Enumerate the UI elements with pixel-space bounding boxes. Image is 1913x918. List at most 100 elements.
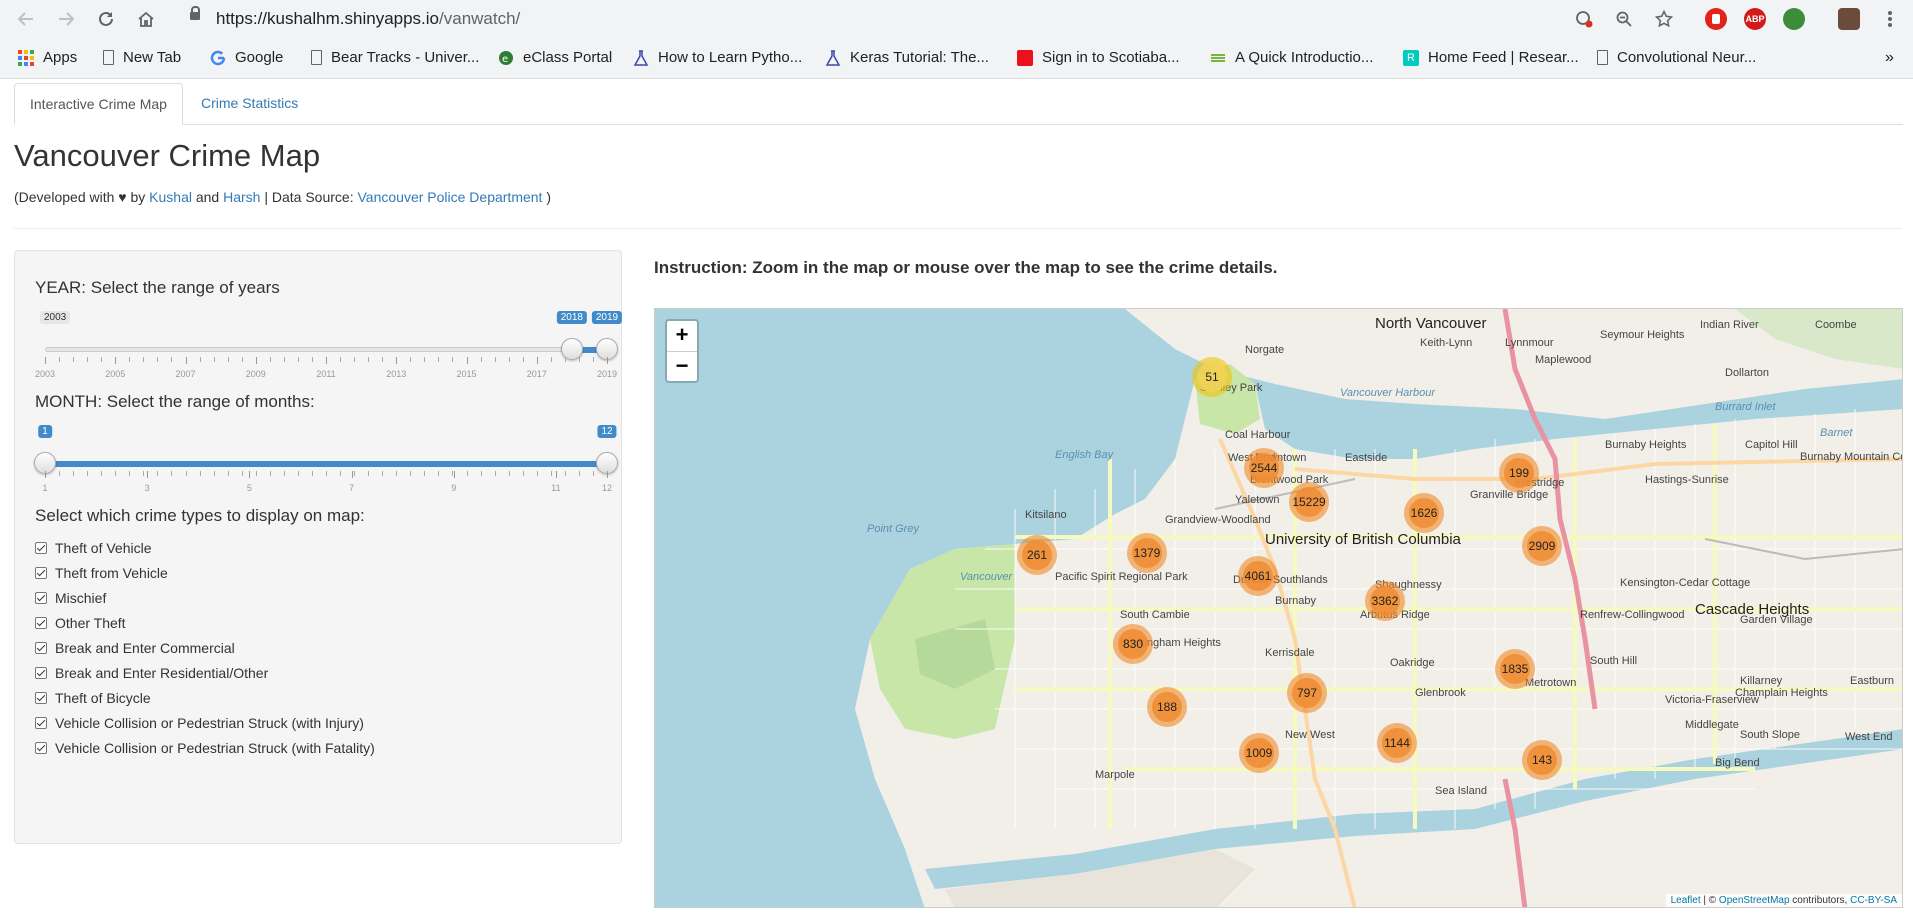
year-range-slider[interactable]: 2003 2018 2019 2003 2005 2007 2009 2011 2013 2… bbox=[35, 309, 623, 389]
bookmark-scotiabank[interactable]: Sign in to Scotiaba... bbox=[1017, 49, 1180, 66]
bookmark-keras-tutorial[interactable]: Keras Tutorial: The... bbox=[825, 49, 989, 66]
crime-type-label: Break and Enter Commercial bbox=[55, 640, 235, 656]
extension-record-icon[interactable] bbox=[1705, 8, 1727, 30]
slider-tick bbox=[171, 357, 173, 362]
credits-line: (Developed with ♥ by Kushal and Harsh | … bbox=[14, 189, 552, 205]
crime-type-option[interactable]: Theft of Bicycle bbox=[35, 688, 151, 708]
crime-cluster-marker[interactable]: 51 bbox=[1192, 357, 1232, 397]
map-place-label: South Slope bbox=[1740, 729, 1800, 741]
crime-type-option[interactable]: Theft of Vehicle bbox=[35, 538, 152, 558]
crime-cluster-marker[interactable]: 1144 bbox=[1377, 723, 1417, 763]
slider-tick bbox=[592, 357, 594, 362]
bookmarks-overflow-icon[interactable]: » bbox=[1885, 49, 1894, 67]
checkbox[interactable] bbox=[35, 692, 47, 704]
slider-tick-label: 2013 bbox=[386, 369, 407, 379]
checkbox[interactable] bbox=[35, 542, 47, 554]
checkbox[interactable] bbox=[35, 567, 47, 579]
cluster-count: 261 bbox=[1022, 540, 1052, 570]
crime-cluster-marker[interactable]: 143 bbox=[1522, 740, 1562, 780]
slider-major-tick bbox=[351, 471, 353, 478]
bookmark-quick-intro[interactable]: A Quick Introductio... bbox=[1210, 49, 1373, 66]
address-bar[interactable]: https://kushalhm.shinyapps.io/vanwatch/ bbox=[176, 4, 1538, 34]
back-icon[interactable] bbox=[13, 6, 39, 32]
bookmark-researchgate[interactable]: R Home Feed | Resear... bbox=[1403, 49, 1579, 66]
bookmark-learn-python[interactable]: How to Learn Pytho... bbox=[633, 49, 802, 66]
slider-tick bbox=[410, 471, 412, 476]
crime-cluster-marker[interactable]: 3362 bbox=[1365, 581, 1405, 621]
forward-icon[interactable] bbox=[53, 6, 79, 32]
slider-from-label: 2018 bbox=[556, 311, 587, 324]
tab-interactive-crime-map[interactable]: Interactive Crime Map bbox=[14, 83, 183, 125]
crime-cluster-marker[interactable]: 2909 bbox=[1522, 526, 1562, 566]
slider-tick bbox=[129, 471, 131, 476]
crime-type-label: Theft of Vehicle bbox=[55, 540, 152, 556]
crime-cluster-marker[interactable]: 797 bbox=[1287, 673, 1327, 713]
filter-sidebar: YEAR: Select the range of years 2003 201… bbox=[14, 250, 623, 844]
month-range-slider[interactable]: 1 12 1 3 5 7 9 11 12 bbox=[34, 423, 618, 503]
author-harsh-link[interactable]: Harsh bbox=[223, 189, 260, 205]
map-place-label: Garden Village bbox=[1740, 614, 1813, 626]
adblock-plus-icon[interactable]: ABP bbox=[1744, 8, 1766, 30]
crime-map[interactable]: North Vancouver Keith-Lynn Lynnmour Seymour… bbox=[654, 308, 1903, 908]
slider-tick bbox=[171, 471, 173, 476]
slider-tick bbox=[354, 357, 356, 362]
map-place-label: Point Grey bbox=[867, 523, 919, 535]
tab-crime-statistics[interactable]: Crime Statistics bbox=[186, 83, 313, 123]
browser-menu-icon[interactable] bbox=[1877, 6, 1903, 32]
bookmark-bear-tracks[interactable]: Bear Tracks - Univer... bbox=[311, 49, 479, 66]
crime-cluster-marker[interactable]: 4061 bbox=[1238, 556, 1278, 596]
crime-type-option[interactable]: Vehicle Collision or Pedestrian Struck (… bbox=[35, 713, 364, 733]
crime-type-option[interactable]: Vehicle Collision or Pedestrian Struck (… bbox=[35, 738, 375, 758]
slider-tick bbox=[466, 471, 468, 476]
crime-cluster-marker[interactable]: 1835 bbox=[1495, 649, 1535, 689]
profile-avatar[interactable] bbox=[1838, 8, 1860, 30]
apps-grid-icon bbox=[18, 49, 34, 66]
crime-cluster-marker[interactable]: 1379 bbox=[1127, 533, 1167, 573]
crime-cluster-marker[interactable]: 1009 bbox=[1239, 733, 1279, 773]
slider-tick bbox=[241, 357, 243, 362]
crime-cluster-marker[interactable]: 261 bbox=[1017, 535, 1057, 575]
crime-type-option[interactable]: Theft from Vehicle bbox=[35, 563, 168, 583]
slider-tick bbox=[283, 357, 285, 362]
author-kushal-link[interactable]: Kushal bbox=[149, 189, 192, 205]
bookmark-star-icon[interactable] bbox=[1651, 6, 1677, 32]
crime-types-label: Select which crime types to display on m… bbox=[35, 506, 365, 525]
extension-globe-icon[interactable] bbox=[1783, 8, 1805, 30]
bookmark-apps[interactable]: Apps bbox=[18, 49, 77, 66]
license-link[interactable]: CC-BY-SA bbox=[1850, 895, 1897, 906]
data-source-link[interactable]: Vancouver Police Department bbox=[358, 189, 543, 205]
slider-tick bbox=[115, 471, 117, 476]
reload-icon[interactable] bbox=[93, 6, 119, 32]
crime-cluster-marker[interactable]: 2544 bbox=[1244, 448, 1284, 488]
checkbox[interactable] bbox=[35, 592, 47, 604]
zoom-in-button[interactable]: + bbox=[667, 321, 697, 352]
cluster-count: 1626 bbox=[1409, 498, 1439, 528]
cluster-count: 797 bbox=[1292, 678, 1322, 708]
checkbox[interactable] bbox=[35, 717, 47, 729]
tracking-blocked-icon[interactable] bbox=[1571, 6, 1597, 32]
bookmark-eclass[interactable]: e eClass Portal bbox=[498, 49, 612, 66]
crime-type-option[interactable]: Other Theft bbox=[35, 613, 126, 633]
bookmark-convolutional[interactable]: Convolutional Neur... bbox=[1597, 49, 1756, 66]
bookmark-new-tab[interactable]: New Tab bbox=[103, 49, 181, 66]
crime-cluster-marker[interactable]: 199 bbox=[1499, 453, 1539, 493]
checkbox[interactable] bbox=[35, 642, 47, 654]
zoom-out-button[interactable]: − bbox=[667, 352, 697, 382]
home-icon[interactable] bbox=[133, 6, 159, 32]
crime-type-option[interactable]: Mischief bbox=[35, 588, 106, 608]
crime-cluster-marker[interactable]: 1626 bbox=[1404, 493, 1444, 533]
crime-cluster-marker[interactable]: 830 bbox=[1113, 624, 1153, 664]
bookmark-google[interactable]: Google bbox=[210, 49, 283, 66]
checkbox[interactable] bbox=[35, 742, 47, 754]
zoom-icon[interactable] bbox=[1611, 6, 1637, 32]
crime-type-option[interactable]: Break and Enter Commercial bbox=[35, 638, 235, 658]
osm-link[interactable]: OpenStreetMap bbox=[1719, 895, 1790, 906]
crime-cluster-marker[interactable]: 15229 bbox=[1289, 482, 1329, 522]
checkbox[interactable] bbox=[35, 667, 47, 679]
crime-cluster-marker[interactable]: 188 bbox=[1147, 687, 1187, 727]
crime-type-option[interactable]: Break and Enter Residential/Other bbox=[35, 663, 268, 683]
leaflet-link[interactable]: Leaflet bbox=[1671, 895, 1701, 906]
checkbox[interactable] bbox=[35, 617, 47, 629]
page-icon bbox=[1597, 50, 1608, 65]
eclass-icon: e bbox=[498, 50, 514, 66]
